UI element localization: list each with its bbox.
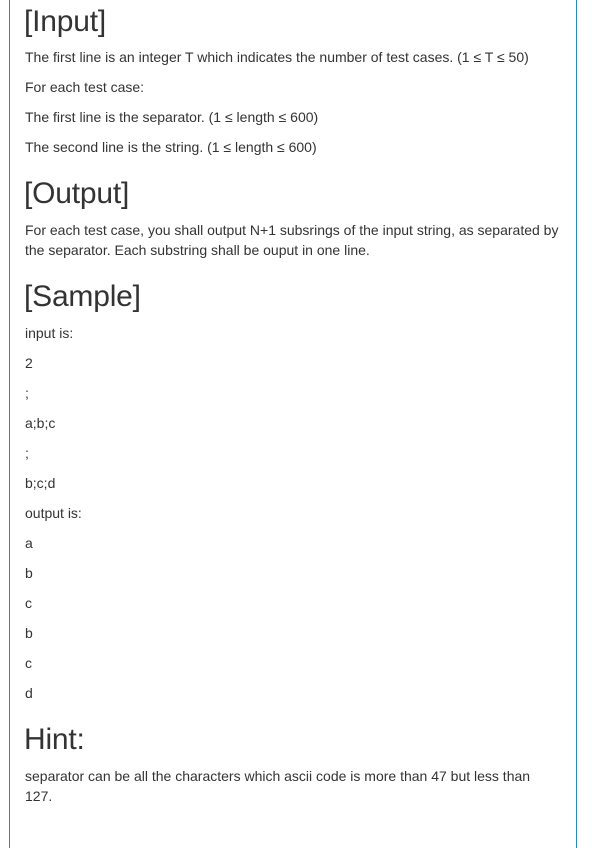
input-line: The second line is the string. (1 ≤ leng… — [25, 139, 317, 155]
sample-input-line: a;b;c — [25, 415, 56, 431]
input-line: For each test case: — [25, 79, 145, 95]
content-frame — [9, 0, 577, 848]
input-line: The first line is the separator. (1 ≤ le… — [25, 109, 319, 125]
hint-text: separator can be all the characters whic… — [25, 768, 531, 804]
hint-heading: Hint: — [24, 723, 85, 756]
sample-output-line: b — [25, 625, 33, 641]
sample-input-line: ; — [25, 445, 29, 461]
sample-output-line: c — [25, 655, 32, 671]
sample-output-line: b — [25, 565, 33, 581]
input-line: The first line is an integer T which ind… — [25, 49, 529, 65]
output-heading: [Output] — [24, 177, 130, 210]
sample-output-line: a — [25, 535, 33, 551]
input-heading: [Input] — [24, 5, 106, 38]
sample-output-label: output is: — [25, 505, 82, 521]
sample-input-line: 2 — [25, 355, 33, 371]
output-description: For each test case, you shall output N+1… — [25, 222, 559, 258]
sample-input-line: b;c;d — [25, 475, 56, 491]
sample-input-label: input is: — [25, 325, 74, 341]
sample-input-line: ; — [25, 385, 29, 401]
sample-output-line: d — [25, 685, 33, 701]
sample-output-line: c — [25, 595, 32, 611]
sample-heading: [Sample] — [24, 280, 141, 313]
